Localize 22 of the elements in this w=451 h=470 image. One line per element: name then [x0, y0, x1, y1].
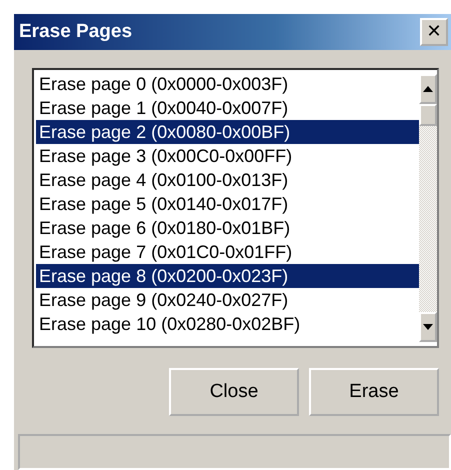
- list-item[interactable]: Erase page 4 (0x0100-0x013F): [36, 168, 419, 192]
- list-item[interactable]: Erase page 0 (0x0000-0x003F): [36, 72, 419, 96]
- scroll-down-button[interactable]: [419, 312, 437, 342]
- erase-button[interactable]: Erase: [309, 368, 439, 416]
- page-list[interactable]: [32, 68, 439, 348]
- scrollbar[interactable]: [419, 74, 437, 342]
- close-button[interactable]: ✕: [420, 18, 448, 46]
- scroll-thumb[interactable]: [419, 104, 437, 126]
- list-item[interactable]: Erase page 1 (0x0040-0x007F): [36, 96, 419, 120]
- window-title: Erase Pages: [19, 21, 132, 43]
- list-item[interactable]: Erase page 10 (0x0280-0x02BF): [36, 312, 419, 336]
- list-item[interactable]: Erase page 7 (0x01C0-0x01FF): [36, 240, 419, 264]
- list-item[interactable]: Erase page 2 (0x0080-0x00BF): [36, 120, 419, 144]
- list-item[interactable]: Erase page 9 (0x0240-0x027F): [36, 288, 419, 312]
- list-item[interactable]: Erase page 5 (0x0140-0x017F): [36, 192, 419, 216]
- list-item[interactable]: Erase page 8 (0x0200-0x023F): [36, 264, 419, 288]
- down-arrow-icon: [423, 324, 433, 330]
- scroll-up-button[interactable]: [419, 74, 437, 104]
- list-item[interactable]: Erase page 3 (0x00C0-0x00FF): [36, 144, 419, 168]
- up-arrow-icon: [423, 86, 433, 92]
- close-dialog-button[interactable]: Close: [169, 368, 299, 416]
- list-item[interactable]: Erase page 6 (0x0180-0x01BF): [36, 216, 419, 240]
